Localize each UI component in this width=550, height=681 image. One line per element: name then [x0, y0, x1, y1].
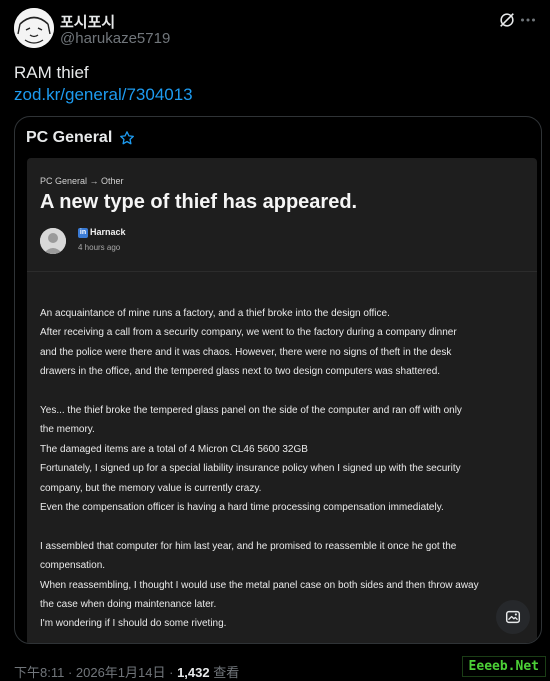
text-line: I assembled that computer for him last y…: [40, 540, 457, 552]
author-badge: in: [78, 228, 88, 238]
divider: [27, 271, 537, 272]
article-headline: A new type of thief has appeared.: [40, 191, 358, 213]
text-line: compensation.: [40, 560, 106, 572]
more-icon[interactable]: [520, 12, 536, 28]
text-line: Fortunately, I signed up for a special l…: [40, 463, 461, 475]
breadcrumb: PC General → Other: [40, 176, 124, 186]
text-line: The damaged items are a total of 4 Micro…: [40, 443, 308, 455]
image-description-button[interactable]: [496, 600, 530, 634]
post-meta: 下午8:11 · 2026年1月14日 · 1,432 查看: [14, 662, 239, 681]
text-line: After receiving a call from a security c…: [40, 327, 457, 339]
text-line: Even the compensation officer is having …: [40, 502, 444, 514]
handle[interactable]: @harukaze5719: [60, 30, 170, 47]
paragraph: Yes... the thief broke the tempered glas…: [40, 401, 528, 517]
card-title-row: PC General: [26, 126, 135, 150]
article-body: An acquaintance of mine runs a factory, …: [40, 304, 528, 643]
grok-icon[interactable]: [498, 11, 516, 29]
text-line: An acquaintance of mine runs a factory, …: [40, 308, 390, 319]
post-timestamp[interactable]: 下午8:11 · 2026年1月14日 ·: [14, 665, 177, 680]
card-title: PC General: [26, 129, 113, 146]
view-count: 1,432: [177, 665, 210, 680]
text-line: company, but the memory value is current…: [40, 482, 262, 494]
views-label: 查看: [209, 665, 240, 680]
text-line: I'm wondering if I should do some riveti…: [40, 618, 227, 630]
text-line: the memory.: [40, 424, 95, 436]
text-line: and the police were there and it was cha…: [40, 346, 452, 358]
image-description-icon: [505, 610, 521, 624]
tweet-text: RAM thief: [14, 63, 89, 82]
avatar[interactable]: [14, 8, 54, 48]
link-card[interactable]: PC General PC General → Other A new type…: [14, 116, 542, 644]
tweet-link[interactable]: zod.kr/general/7304013: [14, 84, 193, 106]
paragraph: I assembled that computer for him last y…: [40, 537, 528, 634]
text-line: drawers in the office, and the tempered …: [40, 366, 441, 378]
post-time: 4 hours ago: [78, 243, 121, 252]
author-name: Harnack: [90, 227, 126, 237]
star-icon: [120, 131, 135, 145]
text-line: When reassembling, I thought I would use…: [40, 579, 479, 591]
display-name[interactable]: 포시포시: [60, 11, 115, 32]
article-screenshot: PC General → Other A new type of thief h…: [27, 158, 537, 643]
post-header: 포시포시 @harukaze5719: [14, 8, 536, 52]
watermark: Eeeeb.Net: [461, 656, 546, 677]
text-line: the case when doing maintenance later.: [40, 599, 217, 611]
author-avatar: [40, 228, 66, 254]
paragraph: An acquaintance of mine runs a factory, …: [40, 304, 528, 382]
text-line: Yes... the thief broke the tempered glas…: [40, 405, 462, 417]
